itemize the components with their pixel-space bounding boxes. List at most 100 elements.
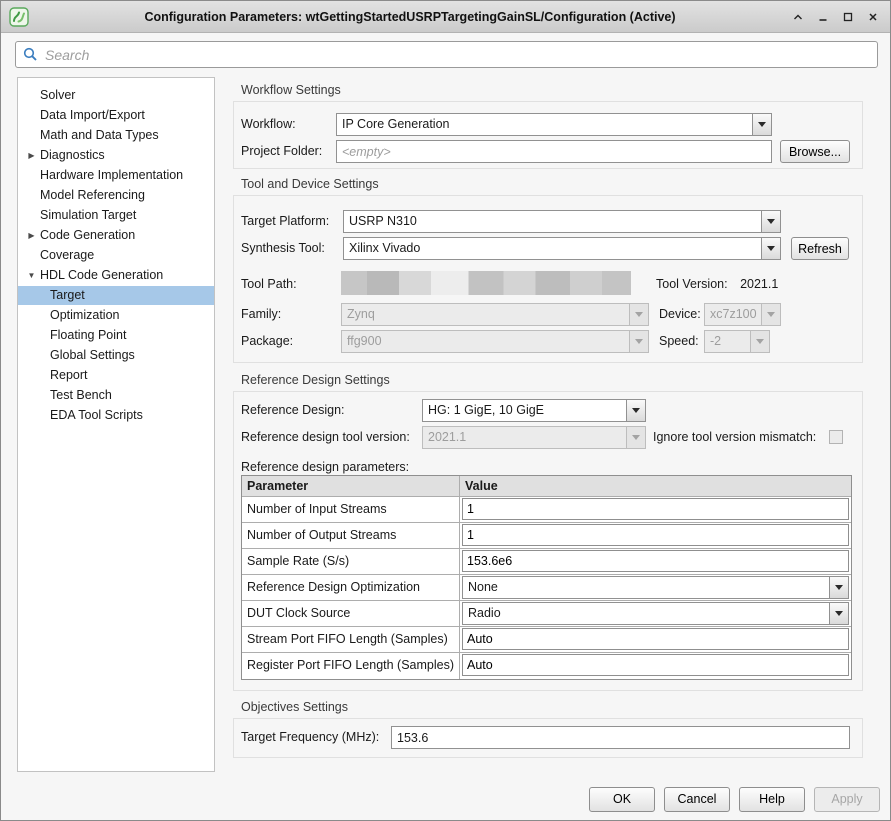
parameter-name: Register Port FIFO Length (Samples)	[242, 653, 460, 679]
reference-design-parameters-table: Parameter Value Number of Input Streams …	[241, 475, 852, 680]
synthesis-tool-dropdown[interactable]: Xilinx Vivado	[343, 237, 781, 260]
sidebar-item-target[interactable]: Target	[18, 286, 214, 305]
family-dropdown-value: Zynq	[342, 304, 629, 325]
speed-dropdown-value: -2	[705, 331, 750, 352]
reference-design-dropdown-value: HG: 1 GigE, 10 GigE	[423, 400, 626, 421]
sidebar-item-label: Simulation Target	[40, 206, 136, 225]
reference-design-tool-version-dropdown: 2021.1	[422, 426, 646, 449]
package-dropdown: ffg900	[341, 330, 649, 353]
sample-rate-input[interactable]	[462, 550, 849, 572]
configuration-parameters-dialog: Configuration Parameters: wtGettingStart…	[0, 0, 891, 821]
table-row: Register Port FIFO Length (Samples)	[242, 653, 851, 679]
sidebar-item-label: Global Settings	[50, 346, 135, 365]
target-platform-dropdown[interactable]: USRP N310	[343, 210, 781, 233]
refresh-button[interactable]: Refresh	[791, 237, 849, 260]
reference-design-label: Reference Design:	[241, 399, 345, 422]
expander-collapsed-icon[interactable]: ▶	[25, 226, 38, 245]
package-dropdown-value: ffg900	[342, 331, 629, 352]
sidebar-item-model-referencing[interactable]: Model Referencing	[18, 186, 214, 205]
parameter-name: Number of Output Streams	[242, 523, 460, 548]
tool-path-label: Tool Path:	[241, 273, 297, 296]
sidebar-item-label: Optimization	[50, 306, 119, 325]
target-frequency-label: Target Frequency (MHz):	[241, 726, 379, 749]
dropdown-arrow-icon[interactable]	[761, 238, 780, 259]
stream-port-fifo-length-input[interactable]	[462, 628, 849, 650]
sidebar-item-data-import-export[interactable]: Data Import/Export	[18, 106, 214, 125]
sidebar-item-eda-tool-scripts[interactable]: EDA Tool Scripts	[18, 406, 214, 425]
workflow-dropdown[interactable]: IP Core Generation	[336, 113, 772, 136]
tool-device-settings-title: Tool and Device Settings	[241, 177, 379, 191]
project-folder-label: Project Folder:	[241, 140, 322, 163]
register-port-fifo-length-input[interactable]	[462, 654, 849, 676]
workflow-dropdown-value: IP Core Generation	[337, 114, 752, 135]
parameter-name: Reference Design Optimization	[242, 575, 460, 600]
sidebar-item-simulation-target[interactable]: Simulation Target	[18, 206, 214, 225]
window-title: Configuration Parameters: wtGettingStart…	[29, 10, 791, 24]
close-window-icon[interactable]	[866, 10, 880, 24]
dut-clock-source-dropdown[interactable]: Radio	[462, 602, 849, 625]
sidebar-item-global-settings[interactable]: Global Settings	[18, 346, 214, 365]
workflow-label: Workflow:	[241, 113, 296, 136]
sidebar-item-label: Diagnostics	[40, 146, 105, 165]
help-button[interactable]: Help	[739, 787, 805, 812]
dropdown-arrow-icon[interactable]	[761, 211, 780, 232]
sidebar-item-test-bench[interactable]: Test Bench	[18, 386, 214, 405]
shade-window-icon[interactable]	[791, 10, 805, 24]
cancel-button[interactable]: Cancel	[664, 787, 730, 812]
sidebar-item-label: Solver	[40, 86, 75, 105]
sidebar-item-label: Code Generation	[40, 226, 135, 245]
sidebar-item-label: Hardware Implementation	[40, 166, 183, 185]
maximize-window-icon[interactable]	[841, 10, 855, 24]
project-folder-input[interactable]	[336, 140, 772, 163]
expander-expanded-icon[interactable]: ▼	[25, 266, 38, 285]
parameter-name: Stream Port FIFO Length (Samples)	[242, 627, 460, 652]
dropdown-arrow-icon[interactable]	[829, 603, 848, 624]
parameter-name: Sample Rate (S/s)	[242, 549, 460, 574]
table-header-parameter: Parameter	[242, 476, 460, 496]
simulink-app-icon	[9, 7, 29, 27]
dropdown-arrow-icon[interactable]	[752, 114, 771, 135]
search-box[interactable]	[15, 41, 878, 68]
target-frequency-input[interactable]	[391, 726, 850, 749]
table-row: Reference Design Optimization None	[242, 575, 851, 601]
minimize-window-icon[interactable]	[816, 10, 830, 24]
device-dropdown: xc7z100	[704, 303, 781, 326]
sidebar-item-optimization[interactable]: Optimization	[18, 306, 214, 325]
table-header-row: Parameter Value	[242, 476, 851, 497]
table-row: Number of Output Streams	[242, 523, 851, 549]
sidebar-item-hardware-implementation[interactable]: Hardware Implementation	[18, 166, 214, 185]
speed-label: Speed:	[659, 330, 699, 353]
title-bar: Configuration Parameters: wtGettingStart…	[1, 1, 890, 33]
family-label: Family:	[241, 303, 281, 326]
sidebar-item-code-generation[interactable]: ▶Code Generation	[18, 226, 214, 245]
synthesis-tool-dropdown-value: Xilinx Vivado	[344, 238, 761, 259]
browse-button[interactable]: Browse...	[780, 140, 850, 163]
reference-design-dropdown[interactable]: HG: 1 GigE, 10 GigE	[422, 399, 646, 422]
workflow-settings-title: Workflow Settings	[241, 83, 341, 97]
num-input-streams-input[interactable]	[462, 498, 849, 520]
sidebar-item-label: Report	[50, 366, 88, 385]
sidebar-item-diagnostics[interactable]: ▶Diagnostics	[18, 146, 214, 165]
sidebar-item-label: Data Import/Export	[40, 106, 145, 125]
sidebar-item-report[interactable]: Report	[18, 366, 214, 385]
sidebar-item-solver[interactable]: Solver	[18, 86, 214, 105]
sidebar-item-label: Math and Data Types	[40, 126, 159, 145]
sidebar-item-math-and-data-types[interactable]: Math and Data Types	[18, 126, 214, 145]
search-input[interactable]	[39, 47, 877, 63]
table-row: Sample Rate (S/s)	[242, 549, 851, 575]
parameter-name: Number of Input Streams	[242, 497, 460, 522]
ignore-tool-version-mismatch-label: Ignore tool version mismatch:	[653, 426, 816, 449]
sidebar-item-floating-point[interactable]: Floating Point	[18, 326, 214, 345]
ok-button[interactable]: OK	[589, 787, 655, 812]
sidebar-item-label: Target	[50, 286, 85, 305]
reference-design-optimization-dropdown[interactable]: None	[462, 576, 849, 599]
sidebar-item-hdl-code-generation[interactable]: ▼HDL Code Generation	[18, 266, 214, 285]
dropdown-arrow-icon[interactable]	[829, 577, 848, 598]
sidebar-item-coverage[interactable]: Coverage	[18, 246, 214, 265]
tool-version-value: 2021.1	[740, 277, 778, 291]
expander-collapsed-icon[interactable]: ▶	[25, 146, 38, 165]
synthesis-tool-label: Synthesis Tool:	[241, 237, 325, 260]
dropdown-arrow-icon[interactable]	[626, 400, 645, 421]
tool-path-redacted	[341, 271, 631, 295]
num-output-streams-input[interactable]	[462, 524, 849, 546]
